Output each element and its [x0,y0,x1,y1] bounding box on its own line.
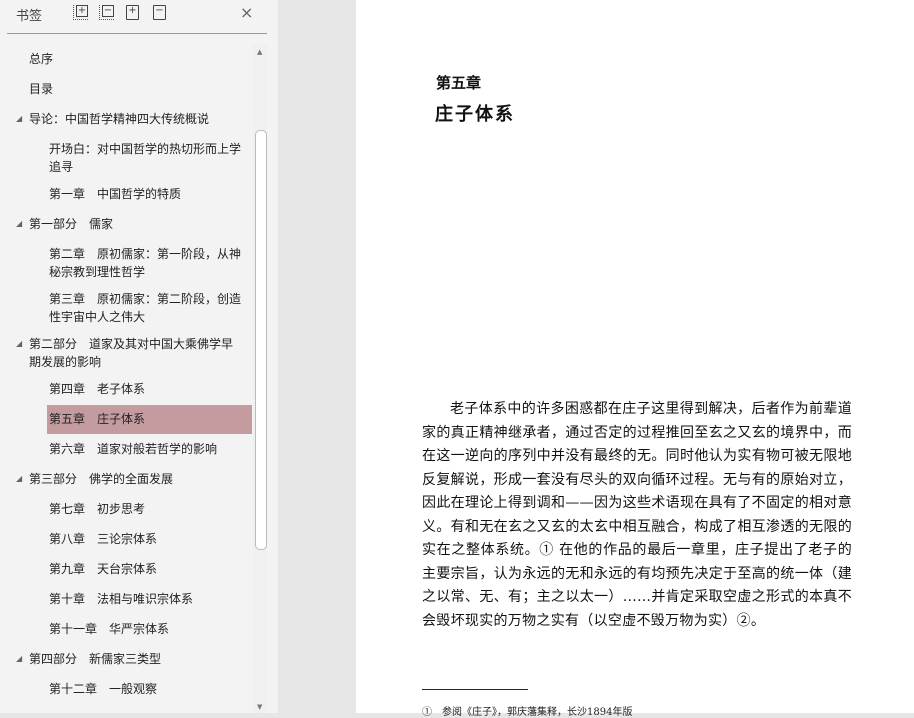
expand-all-icon[interactable]: + [73,5,88,20]
expand-toggle-icon[interactable]: ◢ [16,474,22,483]
bookmark-panel: 书签 + − + − × 总序目录导论：中国哲学精神四大传统概说 ◢ 开场白：对中国… [0,0,278,713]
chapter-number: 第五章 [436,74,482,92]
document-page: 第五章 庄子体系 老子体系中的许多困惑都在庄子这里得到解决，后者作为前辈道家的真… [356,0,914,718]
bookmark-item[interactable]: 开场白：对中国哲学的热切形而上学追寻 [49,140,249,176]
bookmark-item[interactable]: 第二章 原初儒家：第一阶段，从神秘宗教到理性哲学 [49,245,249,281]
bookmark-item[interactable]: 第四章 老子体系 [49,380,249,398]
bookmark-item[interactable]: 第二部分 道家及其对中国大乘佛学早期发展的影响 [29,335,239,371]
bookmark-item[interactable]: 目录 [29,80,239,98]
bookmark-item[interactable]: 第八章 三论宗体系 [49,530,249,548]
add-bookmark-icon[interactable]: + [126,5,140,20]
bookmark-header: 书签 + − + − × [0,0,278,34]
bookmark-item[interactable]: 导论：中国哲学精神四大传统概说 [29,110,239,128]
footnote: ① 参阅《庄子》，郭庆藩集释，长沙1894年版 [422,707,633,718]
expand-toggle-icon[interactable]: ◢ [16,114,22,123]
bookmark-item[interactable]: 第十二章 一般观察 [49,680,249,698]
bookmark-item[interactable]: 第七章 初步思考 [49,500,249,518]
bookmark-item[interactable]: 第四部分 新儒家三类型 [29,650,239,668]
bookmark-item[interactable]: 总序 [29,50,239,68]
expand-toggle-icon[interactable]: ◢ [16,339,22,348]
divider [7,33,267,34]
bookmark-item[interactable]: 第九章 天台宗体系 [49,560,249,578]
body-paragraph: 老子体系中的许多困惑都在庄子这里得到解决，后者作为前辈道家的真正精神继承者，通过… [422,401,852,629]
chapter-title: 庄子体系 [435,104,515,125]
collapse-all-icon[interactable]: − [99,5,114,20]
bookmark-item[interactable]: 第一章 中国哲学的特质 [49,185,249,203]
bookmark-item-selected[interactable]: 第五章 庄子体系 [49,410,249,428]
close-icon[interactable]: × [240,3,253,22]
bookmark-item[interactable]: 第十一章 华严宗体系 [49,620,249,638]
scroll-up-icon[interactable]: ▲ [257,48,262,56]
panel-title: 书签 [16,9,43,24]
delete-bookmark-icon[interactable]: − [153,5,167,20]
bookmark-item[interactable]: 第三部分 佛学的全面发展 [29,470,239,488]
bookmark-item[interactable]: 第六章 道家对般若哲学的影响 [49,440,249,458]
expand-toggle-icon[interactable]: ◢ [16,654,22,663]
bookmark-item[interactable]: 第一部分 儒家 [29,215,239,233]
bookmark-item[interactable]: 第三章 原初儒家：第二阶段，创造性宇宙中人之伟大 [49,290,249,326]
scroll-down-icon[interactable]: ▼ [257,703,262,711]
bookmark-item[interactable]: 第十章 法相与唯识宗体系 [49,590,249,608]
footnote-rule [422,689,528,690]
expand-toggle-icon[interactable]: ◢ [16,219,22,228]
scrollbar-thumb[interactable] [255,130,267,550]
